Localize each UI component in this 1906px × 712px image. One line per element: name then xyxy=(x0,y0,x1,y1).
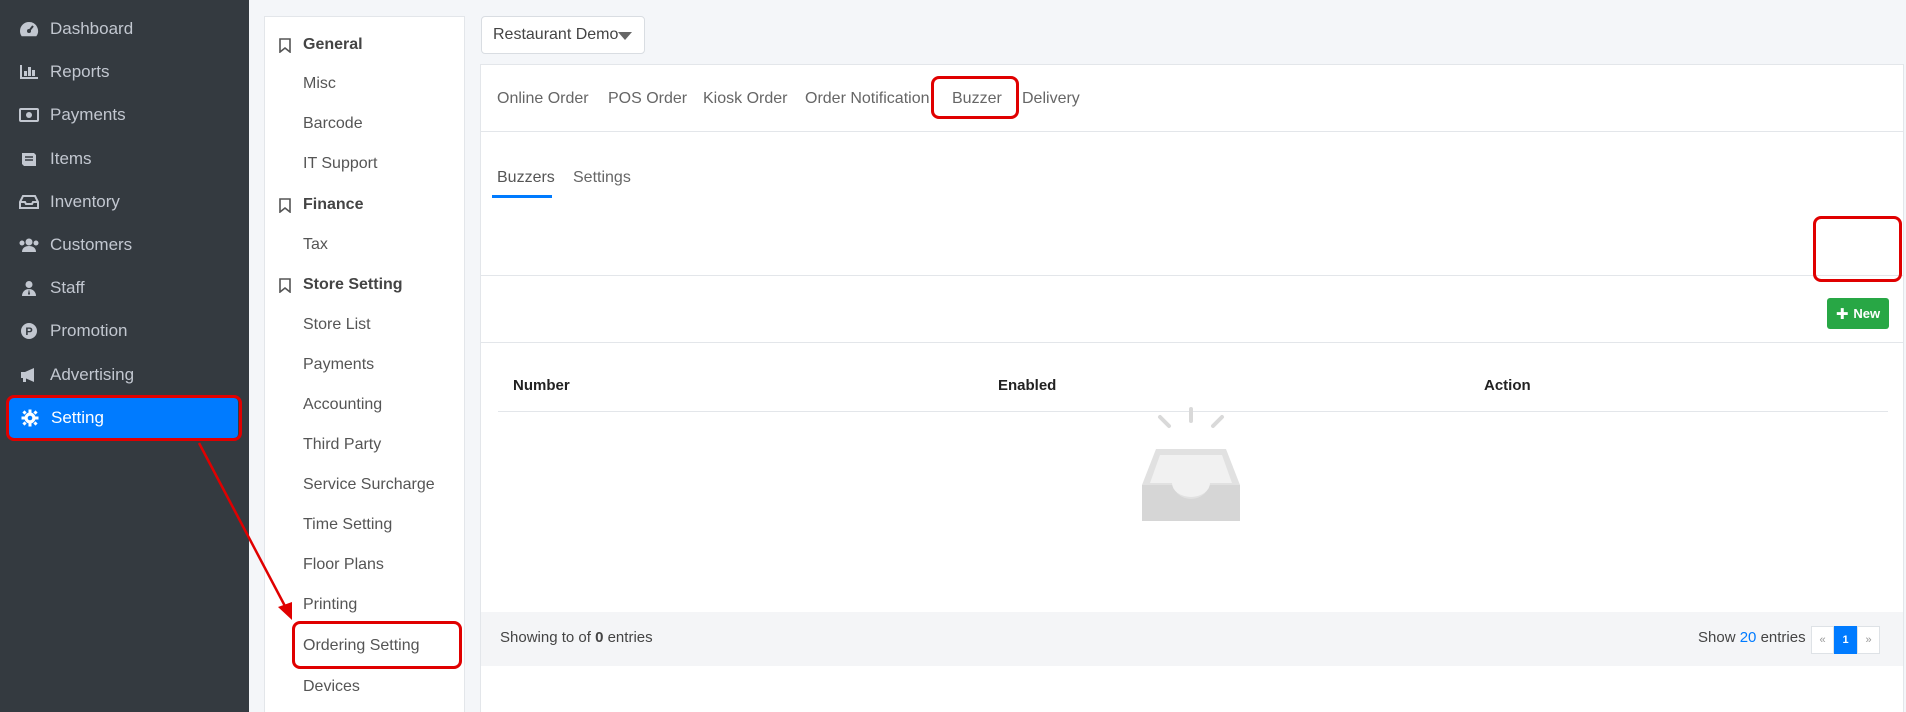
page-size-control: Show 20 entries xyxy=(1698,629,1806,646)
tab-delivery[interactable]: Delivery xyxy=(1022,87,1080,111)
tab-order-notification[interactable]: Order Notification xyxy=(805,87,930,111)
buzzer-subtabs xyxy=(481,132,1903,276)
pagination-page-1[interactable]: 1 xyxy=(1834,626,1857,654)
nav-item-staff[interactable]: Staff xyxy=(0,268,249,308)
table-header: Number Enabled Action xyxy=(498,343,1888,412)
nav-item-reports[interactable]: Reports xyxy=(0,52,249,92)
tab-pos-order[interactable]: POS Order xyxy=(608,87,687,111)
subtab-buzzers[interactable]: Buzzers xyxy=(497,166,555,190)
pagination: « 1 » xyxy=(1811,626,1880,654)
subtab-settings[interactable]: Settings xyxy=(573,166,631,190)
gear-icon xyxy=(19,407,41,429)
megaphone-icon xyxy=(18,364,40,386)
column-header-number[interactable]: Number xyxy=(513,377,570,394)
caret-down-icon xyxy=(618,32,632,40)
menu-item-payments[interactable]: Payments xyxy=(303,353,374,377)
promotion-icon: P xyxy=(18,320,40,342)
menu-item-it-support[interactable]: IT Support xyxy=(303,152,377,176)
tab-kiosk-order[interactable]: Kiosk Order xyxy=(703,87,787,111)
nav-item-promotion[interactable]: P Promotion xyxy=(0,311,249,351)
plus-icon: ✚ xyxy=(1835,305,1849,323)
menu-item-floor-plans[interactable]: Floor Plans xyxy=(303,553,384,577)
tab-online-order[interactable]: Online Order xyxy=(497,87,589,111)
nav-label: Advertising xyxy=(50,365,135,384)
nav-item-items[interactable]: Items xyxy=(0,139,249,179)
dashboard-icon xyxy=(18,18,40,40)
section-general: General xyxy=(279,32,363,58)
page-size-select[interactable]: 20 xyxy=(1740,629,1757,646)
menu-item-accounting[interactable]: Accounting xyxy=(303,393,382,417)
section-store-setting: Store Setting xyxy=(279,272,403,298)
nav-item-advertising[interactable]: Advertising xyxy=(0,355,249,395)
money-icon xyxy=(18,104,40,126)
settings-menu: General Misc Barcode IT Support Finance … xyxy=(264,16,465,712)
nav-item-setting[interactable]: Setting xyxy=(9,398,238,438)
bookmark-icon xyxy=(279,277,295,293)
nav-label: Payments xyxy=(50,105,126,124)
tab-buzzer[interactable]: Buzzer xyxy=(952,87,1002,111)
menu-item-third-party[interactable]: Third Party xyxy=(303,433,381,457)
nav-label: Inventory xyxy=(50,192,120,211)
bar-chart-icon xyxy=(18,61,40,83)
inbox-icon xyxy=(18,191,40,213)
menu-item-misc[interactable]: Misc xyxy=(303,72,336,96)
pagination-next[interactable]: » xyxy=(1857,626,1880,654)
ordering-setting-card: Online Order POS Order Kiosk Order Order… xyxy=(480,64,1904,712)
users-icon xyxy=(18,234,40,256)
nav-item-customers[interactable]: Customers xyxy=(0,225,249,265)
user-tie-icon xyxy=(18,277,40,299)
menu-item-store-list[interactable]: Store List xyxy=(303,313,371,337)
menu-item-printing[interactable]: Printing xyxy=(303,593,357,617)
column-header-enabled[interactable]: Enabled xyxy=(998,377,1056,394)
store-select-value: Restaurant Demo xyxy=(493,26,619,43)
store-select[interactable]: Restaurant Demo xyxy=(481,16,645,54)
book-icon xyxy=(18,148,40,170)
table-footer: Showing to of 0 entries Show 20 entries … xyxy=(481,612,1903,666)
table-toolbar: ✚ New xyxy=(481,276,1903,343)
nav-label: Dashboard xyxy=(50,19,134,38)
showing-entries-text: Showing to of 0 entries xyxy=(500,629,653,646)
new-buzzer-button[interactable]: ✚ New xyxy=(1827,298,1889,329)
svg-text:P: P xyxy=(25,326,32,338)
pagination-prev[interactable]: « xyxy=(1811,626,1834,654)
nav-label: Setting xyxy=(51,408,104,427)
column-header-action: Action xyxy=(1484,377,1531,394)
nav-item-dashboard[interactable]: Dashboard xyxy=(0,9,249,49)
section-finance: Finance xyxy=(279,192,363,218)
menu-item-ordering-setting[interactable]: Ordering Setting xyxy=(303,634,420,658)
nav-label: Reports xyxy=(50,62,110,81)
menu-item-service-surcharge[interactable]: Service Surcharge xyxy=(303,473,435,497)
nav-item-inventory[interactable]: Inventory xyxy=(0,182,249,222)
order-type-tabs: Online Order POS Order Kiosk Order Order… xyxy=(481,65,1903,132)
active-subtab-indicator xyxy=(492,195,552,198)
main-sidebar: Dashboard Reports Payments Items Invento… xyxy=(0,0,249,712)
menu-item-tax[interactable]: Tax xyxy=(303,233,328,257)
menu-item-barcode[interactable]: Barcode xyxy=(303,112,363,136)
nav-label: Staff xyxy=(50,278,85,297)
nav-label: Customers xyxy=(50,235,133,254)
empty-inbox-icon xyxy=(1136,405,1246,530)
bookmark-icon xyxy=(279,197,295,213)
menu-item-time-setting[interactable]: Time Setting xyxy=(303,513,392,537)
bookmark-icon xyxy=(279,37,295,53)
nav-label: Promotion xyxy=(50,321,128,340)
nav-label: Items xyxy=(50,149,92,168)
nav-item-payments[interactable]: Payments xyxy=(0,95,249,135)
menu-item-devices[interactable]: Devices xyxy=(303,675,360,699)
